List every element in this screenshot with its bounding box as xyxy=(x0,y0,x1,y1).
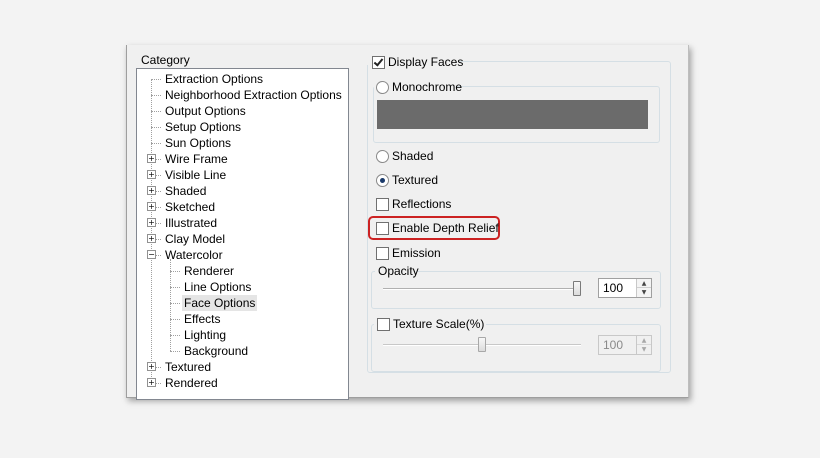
tree-item-label: Shaded xyxy=(165,184,207,198)
tree-item-label: Face Options xyxy=(182,295,258,311)
expand-icon[interactable]: + xyxy=(147,362,156,371)
tree-item[interactable]: − Watercolor xyxy=(137,247,348,263)
face-options-panel: Display Faces Monochrome Shaded Textured… xyxy=(363,49,683,374)
tree-item[interactable]: Neighborhood Extraction Options xyxy=(137,87,348,103)
options-dialog: Category Extraction Options Neighborhood … xyxy=(126,45,689,400)
tree-item-label: Illustrated xyxy=(165,216,218,230)
texture-scale-slider-thumb[interactable] xyxy=(478,337,486,352)
display-faces-checkbox[interactable] xyxy=(372,56,385,69)
opacity-value[interactable]: 100 xyxy=(603,281,623,295)
tree-item-label: Renderer xyxy=(184,264,235,278)
tree-item-label: Visible Line xyxy=(165,168,227,182)
opacity-label: Opacity xyxy=(378,264,419,278)
shaded-radio[interactable] xyxy=(376,150,389,163)
tree-item-label: Lighting xyxy=(184,328,227,342)
tree-item-label: Sun Options xyxy=(165,136,232,150)
texture-scale-down-arrow-icon[interactable]: ▼ xyxy=(637,345,651,354)
tree-item[interactable]: Lighting xyxy=(137,327,348,343)
expand-icon[interactable]: + xyxy=(147,170,156,179)
opacity-slider-thumb[interactable] xyxy=(573,281,581,296)
reflections-label: Reflections xyxy=(392,197,452,211)
texture-scale-label: Texture Scale(%) xyxy=(393,317,485,331)
monochrome-radio[interactable] xyxy=(376,81,389,94)
expand-icon[interactable]: + xyxy=(147,218,156,227)
monochrome-label: Monochrome xyxy=(392,80,463,94)
opacity-down-arrow-icon[interactable]: ▼ xyxy=(637,288,651,297)
tree-item-label: Neighborhood Extraction Options xyxy=(165,88,342,102)
tree-item[interactable]: Setup Options xyxy=(137,119,348,135)
opacity-spinner[interactable]: 100 ▲ ▼ xyxy=(598,278,652,298)
texture-scale-checkbox[interactable] xyxy=(377,318,390,331)
tree-item[interactable]: Sun Options xyxy=(137,135,348,151)
monochrome-color-swatch[interactable] xyxy=(377,100,648,129)
shaded-label: Shaded xyxy=(392,149,434,163)
tree-item-label: Background xyxy=(184,344,249,358)
expand-icon[interactable]: + xyxy=(147,154,156,163)
opacity-slider-track[interactable] xyxy=(383,288,581,290)
tree-item[interactable]: Renderer xyxy=(137,263,348,279)
enable-depth-relief-label: Enable Depth Relief xyxy=(392,221,499,235)
display-faces-label: Display Faces xyxy=(388,55,464,69)
tree-item-label: Effects xyxy=(184,312,221,326)
textured-radio[interactable] xyxy=(376,174,389,187)
tree-item[interactable]: + Shaded xyxy=(137,183,348,199)
tree-item-label: Output Options xyxy=(165,104,246,118)
expand-icon[interactable]: + xyxy=(147,186,156,195)
enable-depth-relief-checkbox[interactable] xyxy=(376,222,389,235)
tree-item[interactable]: Extraction Options xyxy=(137,71,348,87)
tree-item[interactable]: + Textured xyxy=(137,359,348,375)
emission-label: Emission xyxy=(392,246,441,260)
category-tree[interactable]: Extraction Options Neighborhood Extractio… xyxy=(136,68,349,400)
expand-icon[interactable]: + xyxy=(147,202,156,211)
tree-item[interactable]: Output Options xyxy=(137,103,348,119)
tree-item[interactable]: + Rendered xyxy=(137,375,348,391)
textured-label: Textured xyxy=(392,173,439,187)
tree-item-label: Rendered xyxy=(165,376,218,390)
tree-item[interactable]: Effects xyxy=(137,311,348,327)
tree-item[interactable]: + Visible Line xyxy=(137,167,348,183)
tree-item[interactable]: + Wire Frame xyxy=(137,151,348,167)
tree-item-label: Line Options xyxy=(184,280,252,294)
tree-item-label: Sketched xyxy=(165,200,216,214)
tree-item-label: Watercolor xyxy=(165,248,223,262)
tree-item-label: Extraction Options xyxy=(165,72,264,86)
tree-item[interactable]: Background xyxy=(137,343,348,359)
texture-scale-up-arrow-icon[interactable]: ▲ xyxy=(637,336,651,345)
collapse-icon[interactable]: − xyxy=(147,250,156,259)
expand-icon[interactable]: + xyxy=(147,234,156,243)
tree-item[interactable]: + Illustrated xyxy=(137,215,348,231)
tree-item-label: Setup Options xyxy=(165,120,242,134)
expand-icon[interactable]: + xyxy=(147,378,156,387)
category-label: Category xyxy=(141,53,190,67)
emission-checkbox[interactable] xyxy=(376,247,389,260)
texture-scale-spinner[interactable]: 100 ▲ ▼ xyxy=(598,335,652,355)
tree-item[interactable]: + Sketched xyxy=(137,199,348,215)
texture-scale-value[interactable]: 100 xyxy=(603,338,623,352)
tree-item-label: Clay Model xyxy=(165,232,226,246)
tree-item-label: Wire Frame xyxy=(165,152,228,166)
tree-item-label: Textured xyxy=(165,360,212,374)
reflections-checkbox[interactable] xyxy=(376,198,389,211)
tree-item[interactable]: Face Options xyxy=(137,295,348,311)
tree-item[interactable]: + Clay Model xyxy=(137,231,348,247)
opacity-up-arrow-icon[interactable]: ▲ xyxy=(637,279,651,288)
tree-item[interactable]: Line Options xyxy=(137,279,348,295)
